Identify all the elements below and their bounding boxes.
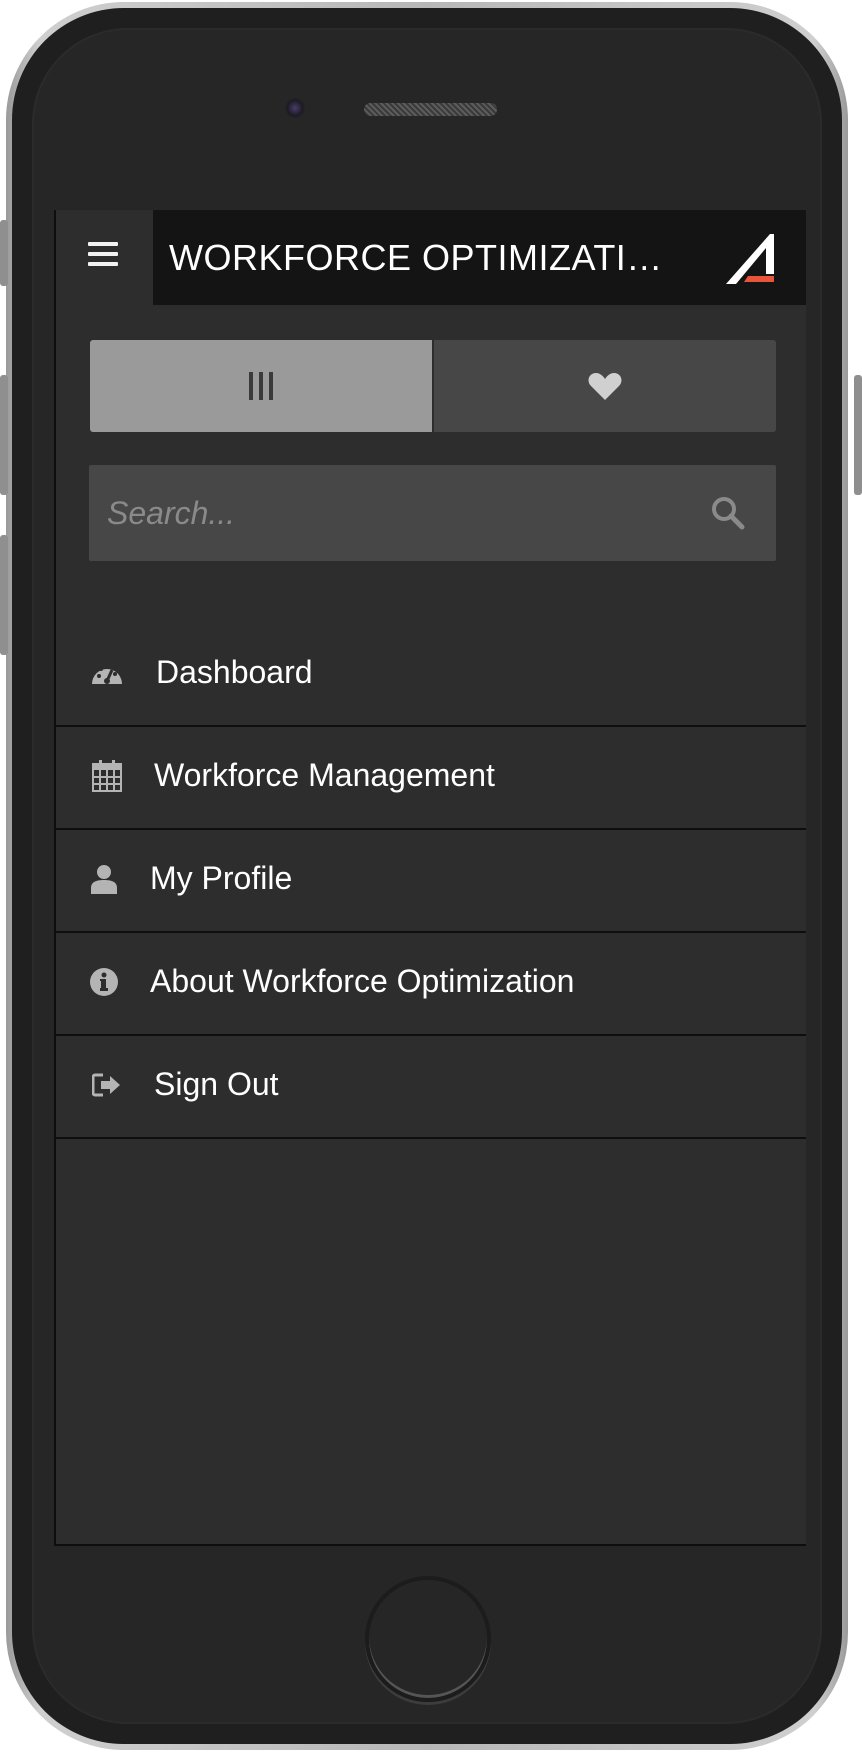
search-input[interactable] xyxy=(89,465,689,561)
sign-out-icon xyxy=(90,1068,124,1102)
user-icon xyxy=(90,862,118,896)
menu-item-label: My Profile xyxy=(150,860,293,896)
menu-item-sign-out[interactable]: Sign Out xyxy=(56,1036,806,1139)
menu-item-about[interactable]: About Workforce Optimization xyxy=(56,933,806,1036)
menu-item-label: Dashboard xyxy=(156,654,313,690)
calendar-icon xyxy=(90,759,124,793)
mute-switch xyxy=(0,220,8,286)
columns-icon xyxy=(249,372,273,400)
home-button[interactable] xyxy=(365,1576,491,1702)
app-screen: WORKFORCE OPTIMIZATI… Search... Dashboar… xyxy=(54,210,806,1546)
app-title: WORKFORCE OPTIMIZATI… xyxy=(169,237,663,278)
hamburger-icon[interactable] xyxy=(88,242,118,268)
menu-item-workforce-management[interactable]: Workforce Management xyxy=(56,727,806,830)
nav-menu: Dashboard Workforce Management My Profil… xyxy=(56,624,806,1139)
menu-item-label: Sign Out xyxy=(154,1066,279,1102)
search-bar xyxy=(89,465,776,561)
volume-up-button xyxy=(0,375,8,495)
all-apps-tab[interactable] xyxy=(90,340,432,432)
info-icon xyxy=(90,965,118,999)
view-toggle xyxy=(90,340,776,432)
earpiece-speaker xyxy=(364,103,497,116)
menu-item-dashboard[interactable]: Dashboard xyxy=(56,624,806,727)
app-logo xyxy=(726,234,774,284)
favorites-tab[interactable] xyxy=(432,340,776,432)
volume-down-button xyxy=(0,535,8,655)
search-icon[interactable] xyxy=(710,495,746,531)
menu-item-label: Workforce Management xyxy=(154,757,495,793)
dashboard-icon xyxy=(90,656,124,690)
menu-item-my-profile[interactable]: My Profile xyxy=(56,830,806,933)
menu-item-label: About Workforce Optimization xyxy=(150,963,575,999)
front-camera xyxy=(285,98,305,118)
heart-icon xyxy=(588,373,622,400)
title-bar: WORKFORCE OPTIMIZATI… xyxy=(153,210,806,305)
power-button xyxy=(854,375,862,495)
